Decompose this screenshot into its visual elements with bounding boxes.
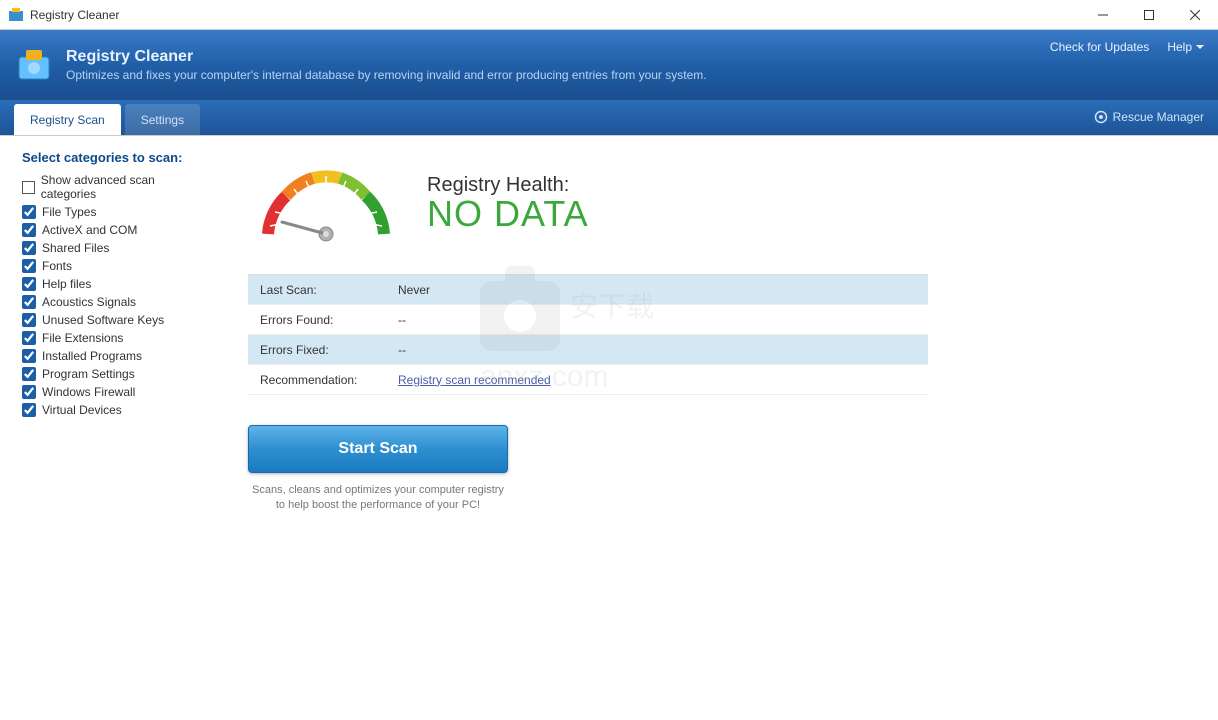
app-icon [8, 7, 24, 23]
category-label: File Extensions [42, 331, 123, 345]
scan-note: Scans, cleans and optimizes your compute… [248, 483, 508, 514]
window-controls [1080, 0, 1218, 29]
category-checkbox[interactable] [22, 241, 36, 255]
category-row[interactable]: Windows Firewall [22, 383, 210, 401]
category-label: Shared Files [42, 241, 109, 255]
show-advanced-checkbox[interactable] [22, 181, 35, 194]
category-row[interactable]: ActiveX and COM [22, 221, 210, 239]
info-row-recommendation: Recommendation: Registry scan recommende… [248, 365, 928, 395]
help-label: Help [1167, 40, 1192, 54]
category-row[interactable]: File Extensions [22, 329, 210, 347]
header-title: Registry Cleaner [66, 48, 707, 66]
category-row[interactable]: Help files [22, 275, 210, 293]
category-row[interactable]: File Types [22, 203, 210, 221]
category-checkbox[interactable] [22, 313, 36, 327]
info-value: Never [398, 283, 430, 297]
title-bar: Registry Cleaner [0, 0, 1218, 30]
header-app-icon [14, 45, 54, 85]
category-row[interactable]: Program Settings [22, 365, 210, 383]
chevron-down-icon [1196, 45, 1204, 50]
category-checkbox[interactable] [22, 295, 36, 309]
start-scan-button[interactable]: Start Scan [248, 425, 508, 473]
info-value: -- [398, 343, 406, 357]
show-advanced-checkbox-row[interactable]: Show advanced scan categories [22, 171, 210, 203]
tab-registry-scan[interactable]: Registry Scan [14, 104, 121, 135]
tab-bar: Registry Scan Settings Rescue Manager [0, 100, 1218, 136]
category-row[interactable]: Virtual Devices [22, 401, 210, 419]
info-row-errors-found: Errors Found: -- [248, 305, 928, 335]
category-row[interactable]: Acoustics Signals [22, 293, 210, 311]
category-row[interactable]: Unused Software Keys [22, 311, 210, 329]
category-label: Program Settings [42, 367, 135, 381]
category-checkbox[interactable] [22, 385, 36, 399]
categories-sidebar: Select categories to scan: Show advanced… [0, 136, 220, 720]
info-key: Errors Found: [248, 313, 398, 327]
maximize-button[interactable] [1126, 0, 1172, 29]
help-menu[interactable]: Help [1167, 40, 1204, 54]
category-checkbox[interactable] [22, 223, 36, 237]
window-title: Registry Cleaner [30, 8, 1080, 22]
category-checkbox[interactable] [22, 277, 36, 291]
info-row-errors-fixed: Errors Fixed: -- [248, 335, 928, 365]
info-value: -- [398, 313, 406, 327]
category-label: Help files [42, 277, 91, 291]
rescue-manager-label: Rescue Manager [1113, 110, 1204, 124]
category-label: Windows Firewall [42, 385, 135, 399]
main-panel: Registry Health: NO DATA Last Scan: Neve… [220, 136, 1218, 720]
category-checkbox[interactable] [22, 349, 36, 363]
info-table: Last Scan: Never Errors Found: -- Errors… [248, 274, 928, 395]
category-checkbox[interactable] [22, 205, 36, 219]
info-key: Errors Fixed: [248, 343, 398, 357]
recommendation-link[interactable]: Registry scan recommended [398, 373, 551, 387]
info-row-last-scan: Last Scan: Never [248, 275, 928, 305]
category-label: ActiveX and COM [42, 223, 137, 237]
tab-settings[interactable]: Settings [125, 104, 200, 135]
category-label: Installed Programs [42, 349, 142, 363]
category-checkbox[interactable] [22, 259, 36, 273]
category-row[interactable]: Shared Files [22, 239, 210, 257]
category-label: Unused Software Keys [42, 313, 164, 327]
check-updates-link[interactable]: Check for Updates [1050, 40, 1149, 54]
category-label: File Types [42, 205, 96, 219]
category-label: Fonts [42, 259, 72, 273]
header-subtitle: Optimizes and fixes your computer's inte… [66, 68, 707, 82]
minimize-button[interactable] [1080, 0, 1126, 29]
rescue-icon [1094, 110, 1108, 124]
health-gauge-icon [248, 154, 403, 254]
gauge-area: Registry Health: NO DATA [248, 154, 1194, 254]
sidebar-title: Select categories to scan: [22, 150, 210, 165]
category-row[interactable]: Installed Programs [22, 347, 210, 365]
category-label: Acoustics Signals [42, 295, 136, 309]
info-key: Recommendation: [248, 373, 398, 387]
health-value: NO DATA [427, 193, 589, 235]
category-checkbox[interactable] [22, 367, 36, 381]
content-area: Select categories to scan: Show advanced… [0, 136, 1218, 720]
app-header: Registry Cleaner Optimizes and fixes you… [0, 30, 1218, 100]
category-checkbox[interactable] [22, 331, 36, 345]
category-checkbox[interactable] [22, 403, 36, 417]
info-key: Last Scan: [248, 283, 398, 297]
category-label: Virtual Devices [42, 403, 122, 417]
show-advanced-label: Show advanced scan categories [41, 173, 210, 201]
close-button[interactable] [1172, 0, 1218, 29]
category-row[interactable]: Fonts [22, 257, 210, 275]
rescue-manager-link[interactable]: Rescue Manager [1094, 110, 1204, 124]
